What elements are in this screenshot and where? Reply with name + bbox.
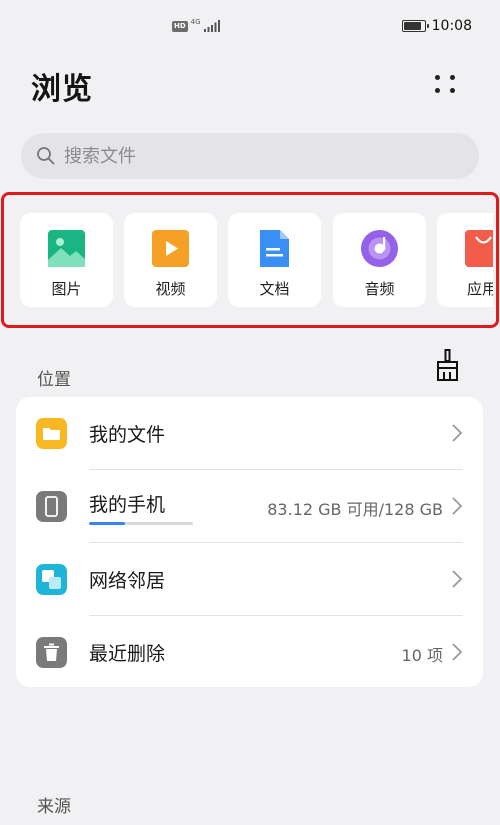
signal-indicators: HD 4G [172,18,220,32]
music-disc-icon [361,230,398,267]
page-title: 浏览 [31,72,93,107]
file-browser-screen: HD 4G 10:08 浏览 搜索文件 图片 视频 文档 音频 应用 位置 我的… [0,0,500,825]
clean-button[interactable] [433,348,463,382]
signal-icon [203,20,220,32]
status-bar: HD 4G 10:08 [0,0,500,56]
row-title: 我的文件 [89,424,166,446]
chevron-right-icon [452,497,463,515]
category-label: 文档 [259,280,290,298]
dot [450,88,455,93]
network-type-label: 4G [190,18,201,26]
category-label: 视频 [155,280,186,298]
chevron-right-icon [452,424,463,442]
battery-level [403,22,422,30]
category-label: 音频 [364,280,395,298]
app-bag-icon [465,230,493,267]
location-row-network[interactable]: 网络邻居 [16,543,483,615]
image-icon [48,230,85,267]
trash-icon [36,637,67,668]
source-section-title: 来源 [37,797,71,817]
location-section-title: 位置 [37,370,71,390]
dot [435,88,440,93]
category-label: 应用 [467,280,493,298]
more-options-button[interactable] [428,70,462,100]
network-neighbor-icon [36,564,67,595]
search-icon [37,147,55,165]
more-vertical-dots-icon [435,75,440,80]
category-label: 图片 [51,280,82,298]
search-input[interactable] [64,145,424,167]
document-icon [260,230,289,267]
chevron-right-icon [452,643,463,661]
chevron-right-icon [452,570,463,588]
location-row-my-phone[interactable]: 我的手机 83.12 GB 可用/128 GB [16,470,483,542]
storage-progress-bar [89,522,193,525]
status-right: 10:08 [401,18,472,34]
video-play-icon [152,230,189,267]
row-title: 我的手机 [89,494,166,516]
category-images[interactable]: 图片 [20,213,113,307]
battery-icon [401,20,429,32]
folder-icon [36,418,67,449]
location-card: 我的文件 我的手机 83.12 GB 可用/128 GB 网络邻居 最近删除 1… [16,397,483,687]
location-row-my-files[interactable]: 我的文件 [16,397,483,469]
category-documents[interactable]: 文档 [228,213,321,307]
storage-progress-fill [89,522,126,525]
location-row-recently-deleted[interactable]: 最近删除 10 项 [16,616,483,688]
clock: 10:08 [431,18,472,34]
deleted-count: 10 项 [401,646,443,665]
clean-broom-icon [437,349,458,381]
search-bar[interactable] [21,133,479,179]
hd-badge: HD [172,20,188,32]
category-strip[interactable]: 图片 视频 文档 音频 应用 [4,195,493,325]
row-title: 网络邻居 [89,570,166,592]
storage-value: 83.12 GB 可用/128 GB [267,500,443,519]
phone-icon [36,491,67,522]
row-title: 最近删除 [89,643,166,665]
dot [450,75,455,80]
category-apps[interactable]: 应用 [437,213,493,307]
category-videos[interactable]: 视频 [124,213,217,307]
category-audio[interactable]: 音频 [333,213,426,307]
